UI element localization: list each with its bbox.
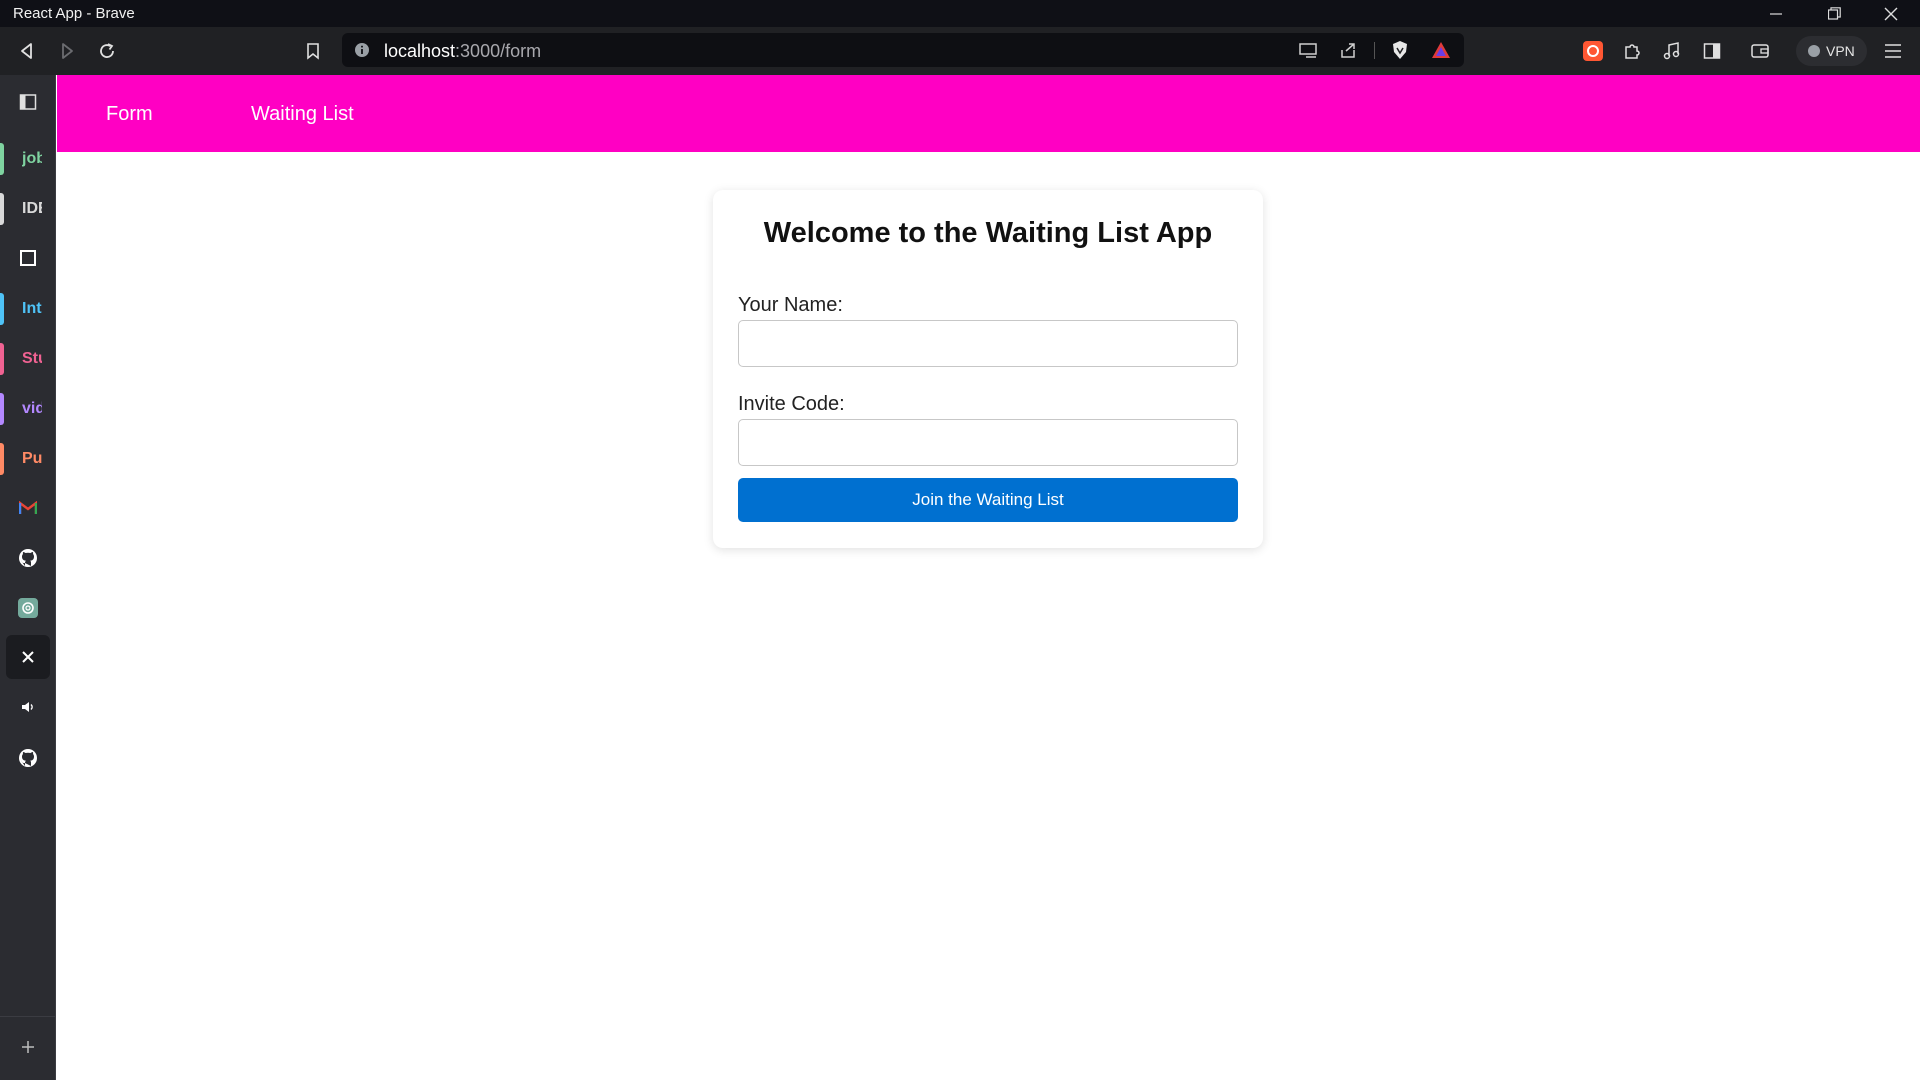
bookmark-button[interactable]: [297, 35, 329, 67]
close-window-button[interactable]: [1862, 0, 1920, 27]
sidebar-stripe: [0, 393, 4, 425]
close-icon: [1884, 7, 1898, 20]
sidebar-item-window[interactable]: [0, 236, 56, 280]
sidebar-divider: [0, 1016, 56, 1017]
x-logo-icon: [22, 651, 34, 663]
window-titlebar: React App - Brave: [0, 0, 1920, 27]
hamburger-menu-icon: [1885, 44, 1901, 58]
media-button[interactable]: [1656, 35, 1688, 67]
cast-icon: [1299, 43, 1317, 58]
sidebar-panel-button[interactable]: [0, 80, 56, 124]
vpn-button[interactable]: VPN: [1796, 36, 1867, 66]
browser-toolbar: localhost:3000/form VPN: [0, 27, 1920, 75]
nav-link-waiting-list[interactable]: Waiting List: [251, 103, 354, 126]
gmail-icon: [19, 501, 37, 514]
invite-code-input[interactable]: [738, 419, 1238, 466]
wallet-button[interactable]: [1744, 35, 1776, 67]
waiting-list-form-card: Welcome to the Waiting List App Your Nam…: [713, 190, 1263, 548]
restore-button[interactable]: [1805, 0, 1863, 27]
square-icon: [20, 250, 36, 266]
brave-o-icon: [1583, 41, 1603, 61]
window-title: React App - Brave: [13, 5, 135, 22]
vpn-status-icon: [1808, 45, 1820, 57]
address-bar[interactable]: localhost:3000/form: [342, 33, 1464, 67]
menu-button[interactable]: [1877, 35, 1909, 67]
sidebar-item-github[interactable]: [0, 536, 56, 580]
sidebar-panel-icon: [1703, 43, 1721, 59]
sidebar-layout-icon: [19, 94, 37, 110]
sidebar-stripe: [0, 293, 4, 325]
sidebar-item-stu[interactable]: Stu: [0, 337, 56, 381]
sidebar-item-label: Pu: [22, 450, 42, 467]
music-note-icon: [1663, 42, 1680, 60]
extensions-button[interactable]: [1616, 35, 1648, 67]
sidebar-item-gmail[interactable]: [0, 486, 56, 530]
sidebar-item-ide[interactable]: IDE: [0, 187, 56, 231]
chatgpt-icon: [18, 598, 38, 618]
form-heading: Welcome to the Waiting List App: [763, 217, 1213, 249]
url-host: localhost: [384, 41, 456, 61]
minimize-icon: [1770, 12, 1782, 15]
sidebar-stripe: [0, 193, 4, 225]
sidebar-item-label: job: [22, 150, 42, 167]
site-info-icon[interactable]: [354, 42, 370, 58]
invite-code-label: Invite Code:: [738, 393, 845, 415]
reload-button[interactable]: [91, 35, 123, 67]
browser-sidebar: job IDE Int Stu vid Pu: [0, 75, 56, 1080]
speaker-icon: [22, 702, 33, 712]
brave-extension-button[interactable]: [1577, 35, 1609, 67]
sidebar-item-label: vid: [22, 400, 42, 417]
back-button[interactable]: [11, 35, 43, 67]
cast-button[interactable]: [1296, 39, 1320, 61]
rewards-triangle-icon: [1432, 42, 1450, 58]
puzzle-icon: [1625, 44, 1640, 59]
sidebar-item-github-2[interactable]: [0, 736, 56, 780]
name-label: Your Name:: [738, 294, 843, 316]
brave-lion-icon: [1393, 41, 1407, 59]
sidebar-item-chatgpt[interactable]: [0, 586, 56, 630]
vpn-label: VPN: [1826, 43, 1855, 59]
nav-link-form[interactable]: Form: [106, 103, 153, 126]
github-icon: [19, 549, 37, 567]
join-waiting-list-button[interactable]: Join the Waiting List: [738, 478, 1238, 522]
sidebar-item-label: Stu: [22, 350, 42, 367]
sidebar-item-int[interactable]: Int: [0, 287, 56, 331]
back-icon: [21, 43, 32, 59]
sidebar-item-x[interactable]: [6, 635, 50, 679]
forward-icon: [62, 43, 73, 59]
bookmark-icon: [307, 43, 319, 60]
sidebar-item-label: Int: [22, 300, 42, 317]
brave-shields-button[interactable]: [1388, 39, 1412, 61]
plus-icon: [22, 1041, 34, 1053]
sidebar-item-label: IDE: [22, 200, 42, 217]
sidebar-stripe: [0, 443, 4, 475]
share-icon: [1341, 43, 1355, 58]
sidebar-item-audio[interactable]: [0, 685, 56, 729]
app-navbar: Form Waiting List: [57, 75, 1920, 152]
sidebar-item-vid[interactable]: vid: [0, 387, 56, 431]
forward-button[interactable]: [51, 35, 83, 67]
reload-icon: [100, 43, 114, 58]
github-icon: [19, 749, 37, 767]
sidebar-item-job[interactable]: job: [0, 137, 56, 181]
sidebar-item-pu[interactable]: Pu: [0, 437, 56, 481]
url-text[interactable]: localhost:3000/form: [384, 41, 541, 62]
url-path: :3000/form: [455, 41, 542, 61]
sidebar-stripe: [0, 143, 4, 175]
sidebar-add-button[interactable]: [0, 1025, 56, 1069]
brave-rewards-button[interactable]: [1429, 39, 1453, 61]
share-button[interactable]: [1336, 39, 1360, 61]
wallet-icon: [1751, 44, 1769, 58]
restore-icon: [1827, 7, 1841, 20]
sidebar-stripe: [0, 343, 4, 375]
name-input[interactable]: [738, 320, 1238, 367]
url-separator: [1374, 42, 1375, 59]
minimize-button[interactable]: [1747, 0, 1805, 27]
sidebar-toggle-button[interactable]: [1696, 35, 1728, 67]
